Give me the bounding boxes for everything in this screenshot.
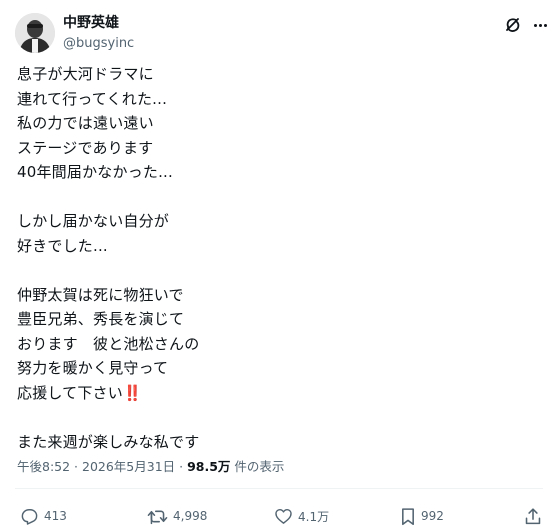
post-line: 応援して下さい‼️ [17,381,537,406]
post-line: 私の力では遠い遠い [17,114,154,132]
post-line: 40年間届かなかった... [17,163,173,181]
post-blank-line [17,185,537,210]
post-line: 好きでした... [17,236,108,255]
reply-button[interactable]: 413 [20,505,67,527]
post-line-text: 応援して下さい [17,383,123,402]
post-blank-line [17,258,537,283]
reply-count: 413 [44,509,67,523]
action-bar: 413 4,998 4.1万 992 [0,505,558,527]
post-line: また来週が楽しみな私です [17,432,200,451]
reply-icon [21,508,38,525]
double-exclamation-icon: ‼️ [122,383,142,402]
grok-icon [506,18,520,32]
post-card: 中野英雄 @bugsyinc 息子が大河ドラマに 連れて行ってくれた... 私の… [0,0,558,527]
more-button[interactable] [528,12,552,38]
repost-button[interactable]: 4,998 [147,505,207,527]
bookmark-button[interactable]: 992 [400,505,444,527]
grok-button[interactable] [500,12,526,38]
repost-icon [147,510,168,524]
avatar-photo-icon [15,13,55,53]
author-name[interactable]: 中野英雄 [63,14,119,32]
share-button[interactable] [524,505,542,527]
post-text: 息子が大河ドラマに 連れて行ってくれた... 私の力では遠い遠い ステージであり… [17,62,537,454]
like-button[interactable]: 4.1万 [274,505,329,527]
author-handle[interactable]: @bugsyinc [63,35,134,53]
post-blank-line [17,405,537,430]
views-label: 件の表示 [230,459,285,474]
like-count: 4.1万 [298,509,330,524]
bookmark-count: 992 [421,509,444,523]
post-line: 連れて行ってくれた... [17,89,168,108]
more-icon [533,23,537,27]
post-line: 息子が大河ドラマに [17,65,154,83]
avatar[interactable] [15,13,55,53]
post-line: しかし届かない自分が [17,212,170,230]
bookmark-icon [402,507,414,525]
post-line: 仲野太賀は死に物狂いで [17,285,184,304]
post-line: おります 彼と池松さんの [17,334,200,353]
post-line: 豊臣兄弟、秀長を演じて [17,310,185,328]
repost-count: 4,998 [173,509,208,523]
share-icon [525,507,541,524]
post-time[interactable]: 午後8:52 [17,459,70,474]
views-count: 98.5万 [187,459,231,474]
post-date[interactable]: 2026年5月31日 [82,459,175,474]
post-meta: 午後8:52 · 2026年5月31日 · 98.5万 件の表示 [17,459,285,474]
post-line: ステージであります [17,138,154,157]
like-icon [275,508,292,524]
divider [15,488,543,489]
post-line: 努力を暖かく見守って [17,359,169,377]
